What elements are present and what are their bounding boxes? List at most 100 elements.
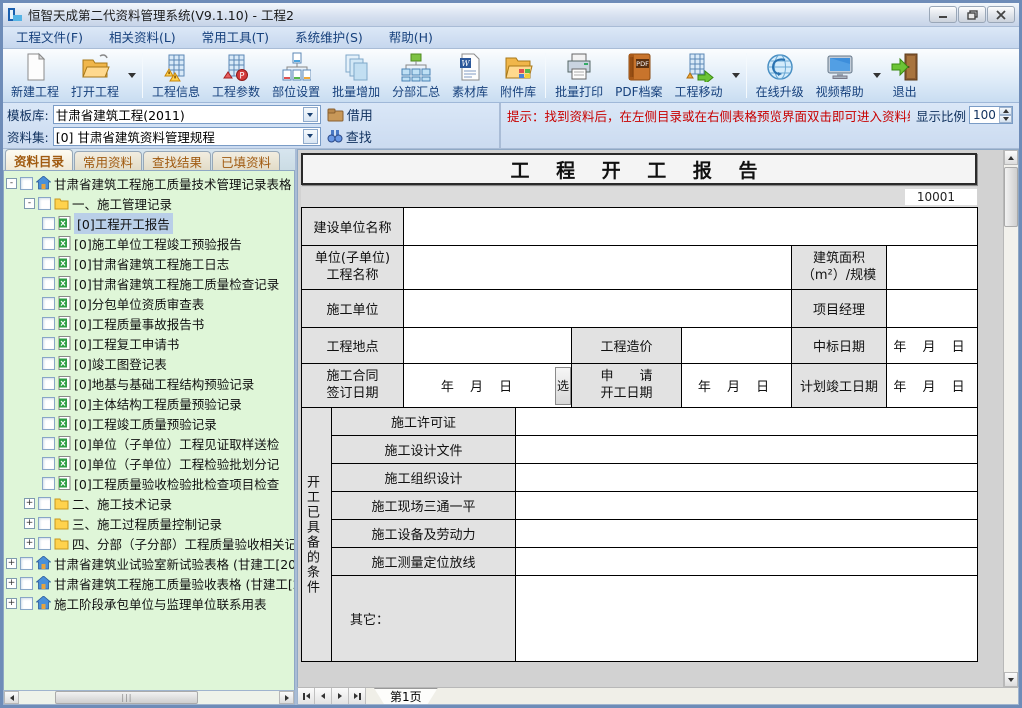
menu-system-maintain[interactable]: 系统维护(S) xyxy=(282,27,376,49)
material-library-button[interactable]: W 素材库 xyxy=(446,50,494,101)
video-help-dropdown-icon[interactable] xyxy=(872,73,881,78)
expand-icon[interactable]: + xyxy=(24,497,35,509)
tree-item[interactable]: [0]单位（子单位）工程见证取样送检 xyxy=(6,433,294,453)
date-picker-button[interactable]: 选 xyxy=(555,366,571,405)
search-button[interactable]: 查找 xyxy=(325,127,374,146)
chevron-down-icon[interactable] xyxy=(302,107,318,123)
checkbox[interactable] xyxy=(20,596,33,610)
scroll-down-icon[interactable] xyxy=(1004,672,1018,687)
video-help-button[interactable]: 视频帮助 xyxy=(810,50,870,101)
prev-page-button[interactable] xyxy=(315,688,332,704)
part-settings-button[interactable]: 部位设置 xyxy=(266,50,326,101)
tree-item[interactable]: [0]分包单位资质审查表 xyxy=(6,293,294,313)
field-value-cell[interactable] xyxy=(886,289,979,328)
batch-print-button[interactable]: 批量打印 xyxy=(549,50,609,101)
exit-button[interactable]: 退出 xyxy=(884,50,926,101)
tree-item[interactable]: [0]工程竣工质量预验记录 xyxy=(6,413,294,433)
expand-icon[interactable]: + xyxy=(6,577,17,589)
checkbox[interactable] xyxy=(42,216,55,230)
form-preview[interactable]: 工 程 开 工 报 告 10001 建设单位名称 单位(子单位) 工程名称 建筑… xyxy=(298,150,1003,687)
tree-item[interactable]: + 甘肃省建筑业试验室新试验表格 (甘建工[200 xyxy=(6,553,294,573)
menu-related-data[interactable]: 相关资料(L) xyxy=(96,27,189,49)
date-cell[interactable]: 年 月 日 xyxy=(681,363,793,408)
other-value-cell[interactable] xyxy=(515,575,979,662)
tree-item[interactable]: - 甘肃省建筑工程施工质量技术管理记录表格 ( xyxy=(6,173,294,193)
new-project-button[interactable]: 新建工程 xyxy=(5,50,65,101)
first-page-button[interactable] xyxy=(298,688,315,704)
minimize-button[interactable] xyxy=(929,6,957,23)
tab-filled-data[interactable]: 已填资料 xyxy=(212,151,281,170)
last-page-button[interactable] xyxy=(349,688,366,704)
division-summary-button[interactable]: 分部汇总 xyxy=(386,50,446,101)
checkbox[interactable] xyxy=(42,296,55,310)
checkbox[interactable] xyxy=(38,196,51,210)
batch-add-button[interactable]: 批量增加 xyxy=(326,50,386,101)
expand-icon[interactable]: + xyxy=(6,557,17,569)
checkbox[interactable] xyxy=(20,556,33,570)
checkbox[interactable] xyxy=(42,376,55,390)
template-library-select[interactable]: 甘肃省建筑工程(2011) xyxy=(52,105,321,125)
field-value-cell[interactable] xyxy=(403,289,793,328)
collapse-icon[interactable]: - xyxy=(6,177,17,189)
menu-help[interactable]: 帮助(H) xyxy=(376,27,446,49)
tree-item[interactable]: + 四、分部（子分部）工程质量验收相关记 xyxy=(6,533,294,553)
pdf-archive-button[interactable]: PDF PDF档案 xyxy=(609,50,668,101)
tree-item[interactable]: [0]甘肃省建筑工程施工日志 xyxy=(6,253,294,273)
expand-icon[interactable]: + xyxy=(24,517,35,529)
checkbox[interactable] xyxy=(42,476,55,490)
collapse-icon[interactable]: - xyxy=(24,197,35,209)
checkbox[interactable] xyxy=(42,356,55,370)
tree-item[interactable]: [0]竣工图登记表 xyxy=(6,353,294,373)
checkbox[interactable] xyxy=(42,396,55,410)
checkbox[interactable] xyxy=(42,416,55,430)
tree-item[interactable]: [0]工程开工报告 xyxy=(6,212,294,234)
menu-project-file[interactable]: 工程文件(F) xyxy=(3,27,96,49)
attachment-library-button[interactable]: 附件库 xyxy=(494,50,542,101)
field-value-cell[interactable] xyxy=(681,327,793,364)
tree-item[interactable]: [0]施工单位工程竣工预验报告 xyxy=(6,233,294,253)
restore-button[interactable] xyxy=(958,6,986,23)
date-cell[interactable]: 年 月 日 xyxy=(886,363,979,408)
tree-item[interactable]: [0]工程复工申请书 xyxy=(6,333,294,353)
scrollbar-thumb[interactable]: ||| xyxy=(55,691,199,704)
date-cell[interactable]: 年 月 日 xyxy=(886,327,979,364)
checkbox[interactable] xyxy=(42,276,55,290)
tab-search-results[interactable]: 查找结果 xyxy=(143,151,212,170)
dataset-select[interactable]: [0] 甘肃省建筑资料管理规程 xyxy=(52,126,321,146)
tree-item[interactable]: + 二、施工技术记录 xyxy=(6,493,294,513)
online-upgrade-button[interactable]: 在线升级 xyxy=(750,50,810,101)
checkbox[interactable] xyxy=(42,336,55,350)
field-value-cell[interactable] xyxy=(403,327,573,364)
project-move-dropdown-icon[interactable] xyxy=(731,73,740,78)
expand-icon[interactable]: + xyxy=(6,597,17,609)
tree-item[interactable]: - 一、施工管理记录 xyxy=(6,193,294,213)
project-params-button[interactable]: P 工程参数 xyxy=(206,50,266,101)
condition-value-cell[interactable] xyxy=(515,407,979,436)
checkbox[interactable] xyxy=(42,316,55,330)
borrow-button[interactable]: 借用 xyxy=(325,105,375,124)
tree-item[interactable]: [0]主体结构工程质量预验记录 xyxy=(6,393,294,413)
scroll-up-icon[interactable] xyxy=(1004,150,1018,165)
tab-data-catalog[interactable]: 资料目录 xyxy=(5,149,74,170)
condition-value-cell[interactable] xyxy=(515,463,979,492)
field-value-cell[interactable] xyxy=(886,245,979,290)
tree-horizontal-scrollbar[interactable]: ||| xyxy=(3,690,295,705)
condition-value-cell[interactable] xyxy=(515,491,979,520)
condition-value-cell[interactable] xyxy=(515,519,979,548)
tree-item[interactable]: [0]工程质量验收检验批检查项目检查 xyxy=(6,473,294,493)
scrollbar-thumb[interactable] xyxy=(1004,167,1018,227)
checkbox[interactable] xyxy=(42,456,55,470)
checkbox[interactable] xyxy=(38,516,51,530)
tree-item[interactable]: + 甘肃省建筑工程施工质量验收表格 (甘建工[2 xyxy=(6,573,294,593)
zoom-spinner[interactable]: 100 xyxy=(969,106,1013,124)
close-button[interactable] xyxy=(987,6,1015,23)
scroll-left-icon[interactable] xyxy=(4,691,19,704)
menu-common-tools[interactable]: 常用工具(T) xyxy=(189,27,282,49)
checkbox[interactable] xyxy=(42,436,55,450)
checkbox[interactable] xyxy=(38,496,51,510)
checkbox[interactable] xyxy=(42,256,55,270)
scroll-right-icon[interactable] xyxy=(279,691,294,704)
sheet-tab-page1[interactable]: 第1页 xyxy=(374,688,438,704)
field-value-cell[interactable] xyxy=(403,207,979,246)
tree-item[interactable]: [0]地基与基础工程结构预验记录 xyxy=(6,373,294,393)
